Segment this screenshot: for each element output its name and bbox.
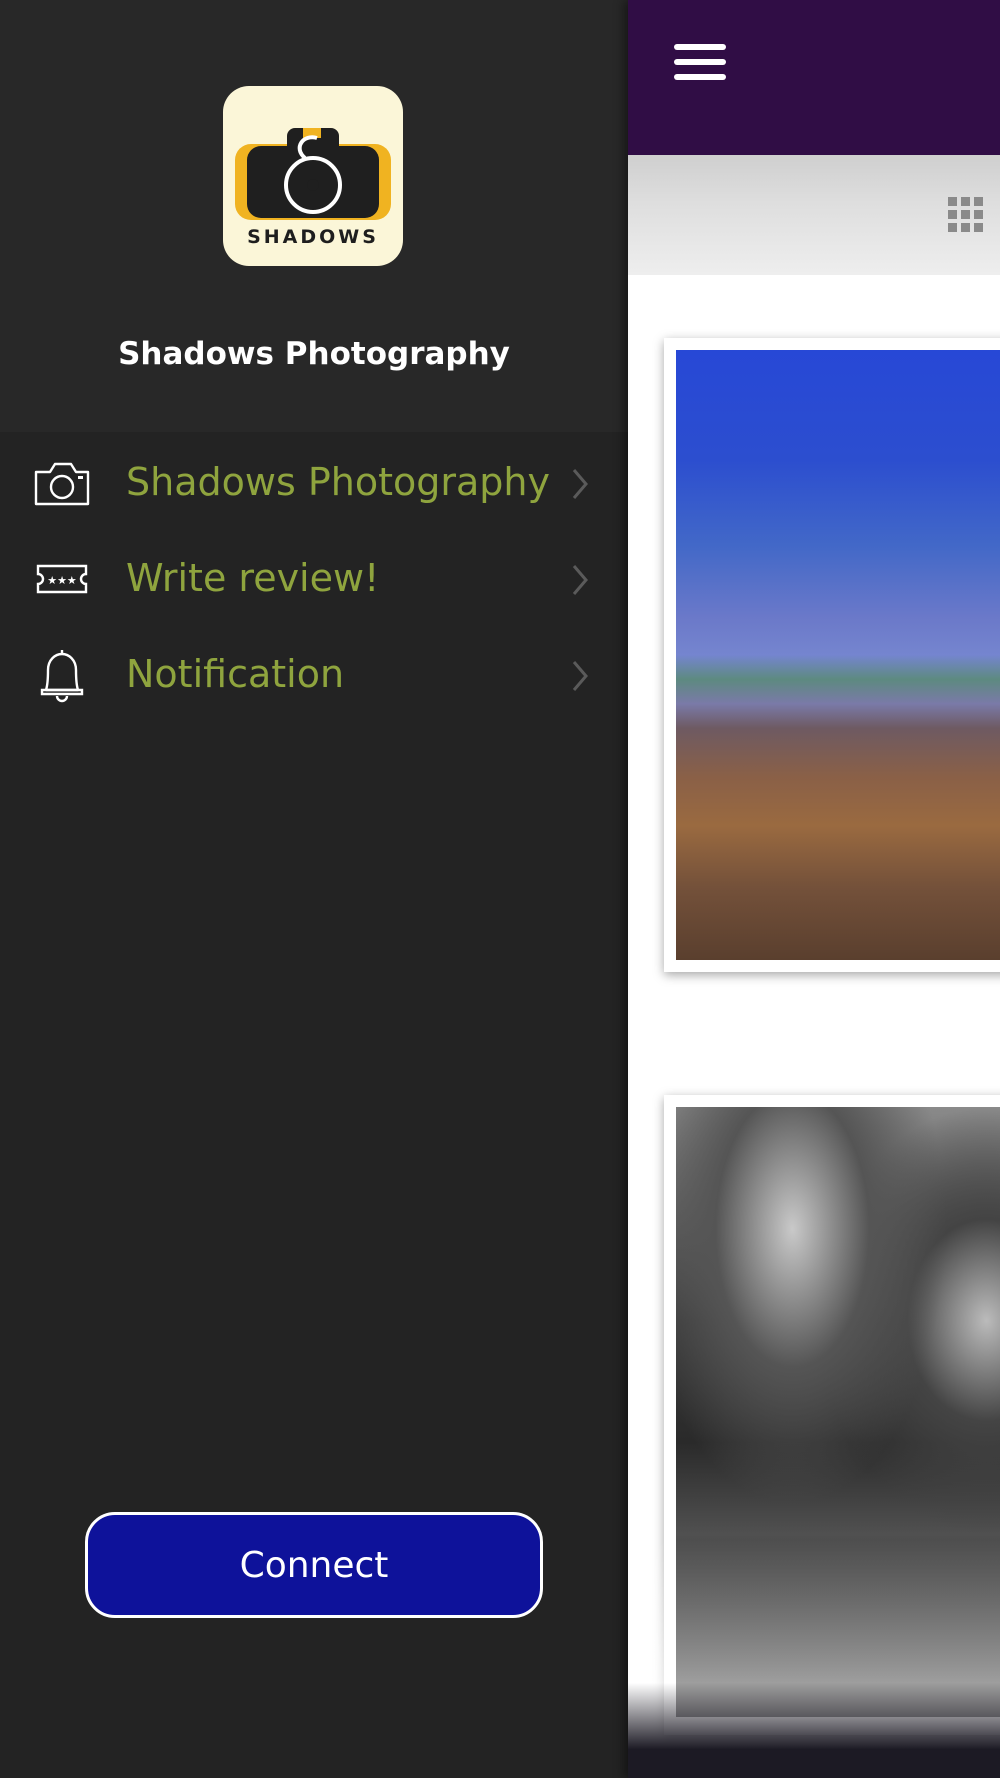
bottom-fade-overlay (628, 1540, 1000, 1778)
top-app-bar (628, 0, 1000, 155)
drawer-header: SHADOWS Shadows Photography (0, 0, 628, 432)
main-screen (628, 0, 1000, 1778)
menu-item-shadows-photography[interactable]: Shadows Photography (0, 436, 628, 532)
side-drawer: SHADOWS Shadows Photography Shadows Phot… (0, 0, 628, 1778)
svg-text:★★★: ★★★ (47, 574, 77, 587)
menu-item-write-review[interactable]: ★★★ Write review! (0, 532, 628, 628)
app-name: Shadows Photography (118, 336, 510, 372)
grid-view-icon[interactable] (946, 195, 986, 235)
chevron-right-icon (572, 565, 588, 595)
chevron-right-icon (572, 469, 588, 499)
menu-item-label: Write review! (126, 556, 380, 600)
connect-button[interactable]: Connect (85, 1512, 543, 1618)
photo-card[interactable] (664, 338, 1000, 972)
app-logo: SHADOWS (223, 86, 403, 266)
menu-item-label: Notification (126, 652, 345, 696)
camera-icon (34, 462, 90, 506)
chevron-right-icon (572, 661, 588, 691)
hamburger-menu-icon[interactable] (674, 42, 726, 82)
menu-item-label: Shadows Photography (126, 460, 550, 504)
rating-ticket-icon: ★★★ (36, 564, 88, 594)
mountain-landscape-photo (676, 350, 1000, 960)
logo-wordmark: SHADOWS (247, 226, 379, 248)
view-toolbar (628, 155, 1000, 275)
bell-icon (40, 650, 84, 703)
menu-item-notification[interactable]: Notification (0, 628, 628, 724)
